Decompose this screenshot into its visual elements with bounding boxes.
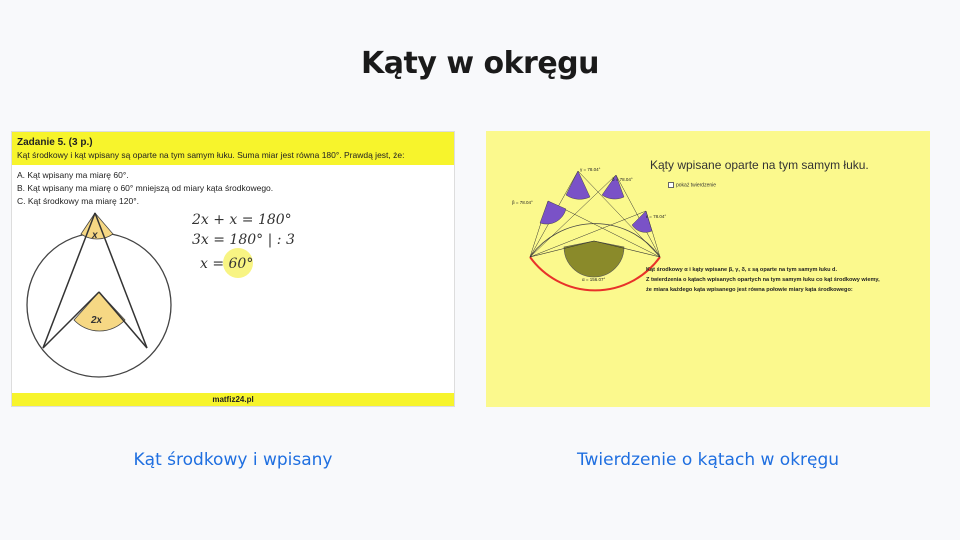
handwritten-line-1: 2x + x = 180° — [192, 212, 292, 228]
geo-title: Kąty wpisane oparte na tym samym łuku. — [650, 158, 869, 172]
theorem-line-3: że miara każdego kąta wpisanego jest rów… — [646, 287, 853, 293]
option-a: A. Kąt wpisany ma miarę 60°. — [17, 170, 129, 180]
label-beta: β = 78.04° — [512, 200, 533, 205]
thumbnail-inscribed-central-angle[interactable]: Zadanie 5. (3 p.) Kąt środkowy i kąt wpi… — [11, 131, 455, 407]
task-text: Kąt środkowy i kąt wpisany są oparte na … — [17, 150, 405, 160]
circle-diagram: x 2x — [26, 212, 172, 378]
task-title: Zadanie 5. (3 p.) — [17, 137, 93, 148]
label-x: x — [91, 230, 98, 241]
answer-options: A. Kąt wpisany ma miarę 60°. B. Kąt wpis… — [17, 169, 273, 208]
show-theorem-checkbox[interactable]: pokaż twierdzenie — [668, 182, 716, 188]
page-title: Kąty w okręgu — [360, 46, 600, 81]
task-header: Zadanie 5. (3 p.) Kąt środkowy i kąt wpi… — [12, 132, 454, 165]
link-central-inscribed[interactable]: Kąt środkowy i wpisany — [11, 450, 455, 470]
checkbox-label: pokaż twierdzenie — [676, 182, 717, 189]
label-gamma: γ = 78.04° — [580, 167, 601, 172]
theorem-line-1: Kąt środkowy α i kąty wpisane β, γ, δ, ε… — [646, 267, 838, 273]
handwritten-line-2: 3x = 180° | : 3 — [192, 232, 295, 248]
label-epsilon: ε = 78.04° — [646, 214, 666, 219]
theorem-line-2: Z twierdzenia o kątach wpisanych opartyc… — [646, 277, 880, 283]
label-delta: δ = 78.04° — [612, 177, 633, 182]
option-b: B. Kąt wpisany ma miarę o 60° mniejszą o… — [17, 183, 274, 193]
checkbox-box[interactable] — [668, 182, 674, 188]
handwritten-line-3: x = 60° — [200, 256, 254, 272]
footer-bar: matfiz24.pl — [12, 393, 454, 406]
label-alpha: α = 156.07° — [582, 277, 605, 282]
link-angles-theorem[interactable]: Twierdzenie o kątach w okręgu — [486, 450, 930, 470]
theorem-text: Kąt środkowy α i kąty wpisane β, γ, δ, ε… — [646, 265, 926, 295]
label-2x: 2x — [90, 315, 103, 326]
thumbnail-inscribed-angles-theorem[interactable]: β = 78.04° γ = 78.04° δ = 78.04° ε = 78.… — [486, 131, 930, 407]
